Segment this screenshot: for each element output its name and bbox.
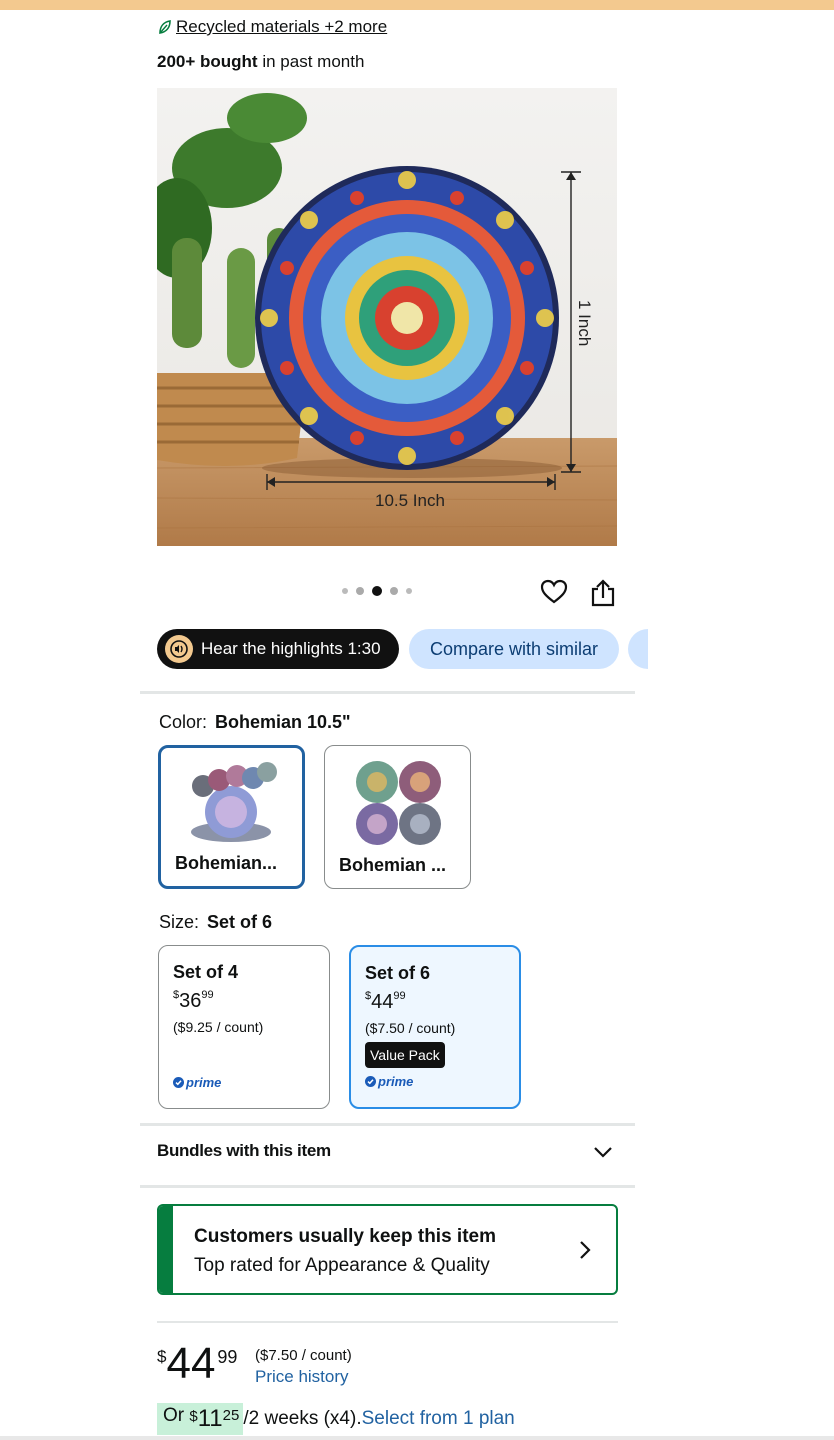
value-pack-badge: Value Pack [365,1042,445,1068]
size-option-set-of-6[interactable]: Set of 6 $4499 ($7.50 / count) Value Pac… [349,945,521,1109]
color-option-bohemian-alt[interactable]: Bohemian ... [324,745,471,889]
color-option-bohemian-105[interactable]: Bohemian... [158,745,305,889]
sustainability-link[interactable]: Recycled materials +2 more [176,17,387,37]
leaf-icon [159,20,171,34]
check-icon [173,1077,184,1088]
price-history-link[interactable]: Price history [255,1367,349,1387]
keep-subtitle: Top rated for Appearance & Quality [194,1255,490,1276]
section-divider [140,1185,635,1188]
next-chip-peek[interactable] [628,629,648,669]
size-selected-value: Set of 6 [207,912,273,932]
customers-keep-card[interactable]: Customers usually keep this item Top rat… [157,1204,618,1295]
size-option-name: Set of 6 [365,963,431,983]
carousel-dot[interactable] [356,587,364,595]
color-label-text: Color: [159,712,208,732]
keep-title: Customers usually keep this item [194,1226,496,1247]
installment-amount: Or $11 25 [157,1403,244,1435]
bought-count-strong: 200+ bought [157,52,258,71]
hear-highlights-button[interactable]: Hear the highlights 1:30 [157,629,399,669]
size-label: Size: Set of 6 [159,912,272,933]
size-option-unit-price: ($9.25 / count) [173,1019,264,1035]
keep-accent-bar [159,1206,173,1293]
compare-similar-button[interactable]: Compare with similar [409,629,619,669]
chevron-right-icon [580,1241,591,1259]
size-label-text: Size: [159,912,200,932]
bought-count-rest: in past month [262,52,365,71]
bundles-header[interactable]: Bundles with this item [157,1141,331,1161]
bottom-edge [0,1436,834,1440]
carousel-dots[interactable] [342,586,412,596]
size-option-price: $4499 [365,990,406,1013]
color-label: Color: Bohemian 10.5" [159,712,351,733]
height-dimension-label: 1 Inch [575,300,594,346]
installment-terms: /2 weeks (x4). [243,1408,362,1429]
color-option-label: Bohemian ... [339,855,447,875]
color-option-label: Bohemian... [175,853,278,873]
size-option-name: Set of 4 [173,962,239,982]
chevron-down-icon[interactable] [592,1144,614,1160]
installment-offer: Or $11 25 /2 weeks (x4). Select from 1 pl… [157,1403,515,1435]
bought-count: 200+ bought in past month [157,52,364,72]
check-icon [365,1076,376,1087]
hear-highlights-label: Hear the highlights 1:30 [201,639,381,658]
prime-badge: prime [365,1074,413,1089]
size-option-price: $3699 [173,989,214,1012]
current-price: $ 44 99 [157,1339,238,1388]
section-divider [140,691,635,694]
audio-icon [165,635,193,663]
prime-badge: prime [173,1075,221,1090]
carousel-dot-active[interactable] [372,586,382,596]
section-divider [157,1321,618,1323]
heart-icon[interactable] [540,578,568,606]
size-option-unit-price: ($7.50 / count) [365,1020,456,1036]
product-image[interactable]: 1 Inch 10.5 Inch [157,88,617,546]
top-strip [0,0,834,10]
carousel-dot[interactable] [342,588,348,594]
compare-similar-label: Compare with similar [429,638,599,659]
color-selected-value: Bohemian 10.5" [215,712,351,732]
carousel-dot[interactable] [406,588,412,594]
color-option-thumbnail [356,761,441,845]
share-icon[interactable] [590,578,616,608]
price-per-count: ($7.50 / count) [255,1347,352,1364]
width-dimension-label: 10.5 Inch [375,491,445,510]
carousel-dot[interactable] [390,587,398,595]
section-divider [140,1123,635,1126]
color-option-thumbnail [191,762,277,842]
select-plan-link[interactable]: Select from 1 plan [362,1408,515,1430]
sustainability-badge[interactable]: Recycled materials +2 more [158,17,387,37]
size-option-set-of-4[interactable]: Set of 4 $3699 ($9.25 / count) prime [158,945,330,1109]
